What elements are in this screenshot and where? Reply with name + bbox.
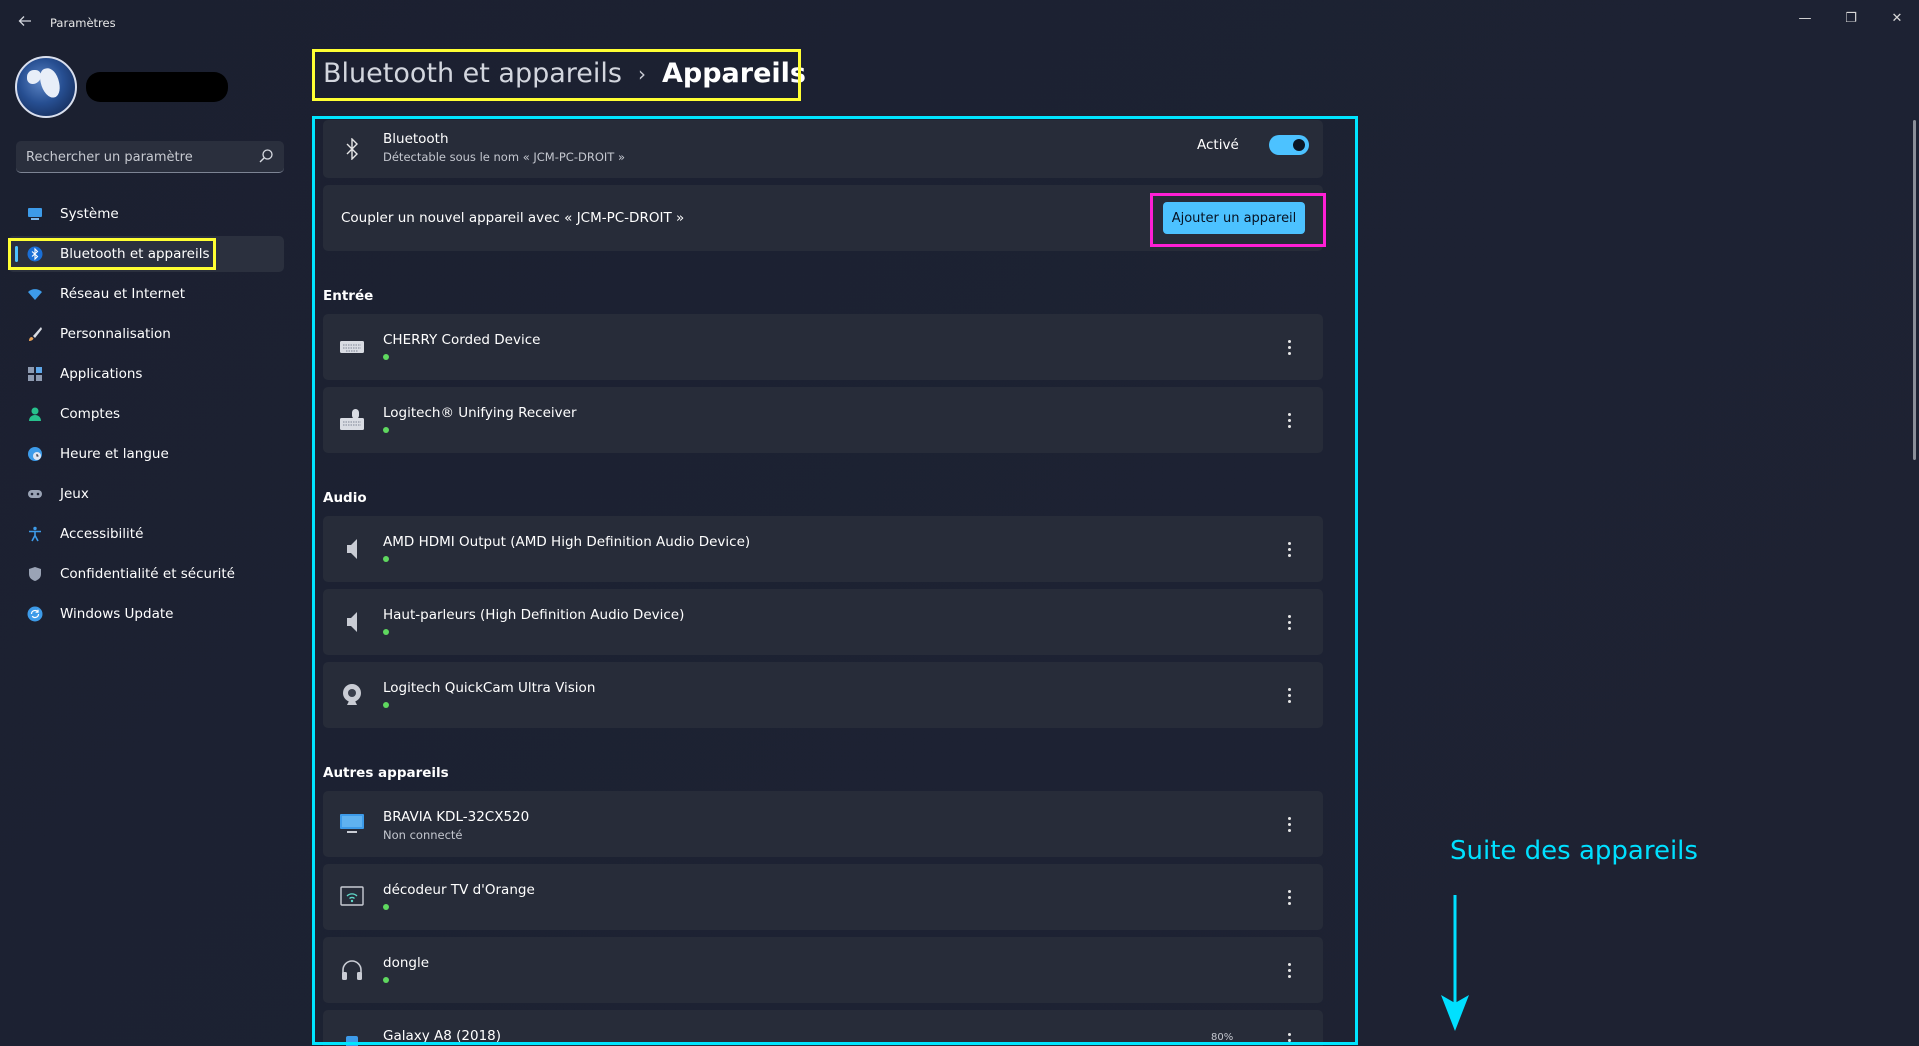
sidebar-item-label: Personnalisation [60, 326, 171, 342]
app-title: Paramètres [50, 16, 116, 30]
sidebar-item-privacy[interactable]: Confidentialité et sécurité [8, 556, 284, 592]
username-redacted [86, 72, 228, 102]
avatar[interactable] [15, 56, 77, 118]
close-button[interactable]: ✕ [1874, 6, 1919, 32]
sidebar-item-apps[interactable]: Applications [8, 356, 284, 392]
annotation-highlight-device-list [312, 116, 1358, 1045]
arrow-down-icon [1441, 895, 1469, 1031]
sidebar-item-windows-update[interactable]: Windows Update [8, 596, 284, 632]
sidebar-item-accounts[interactable]: Comptes [8, 396, 284, 432]
sidebar-item-time-language[interactable]: Heure et langue [8, 436, 284, 472]
brush-icon [27, 326, 43, 342]
sidebar-item-system[interactable]: Système [8, 196, 284, 232]
back-button[interactable] [14, 12, 36, 34]
sidebar-item-label: Windows Update [60, 606, 174, 622]
maximize-button[interactable]: ❐ [1828, 6, 1874, 32]
gamepad-icon [27, 486, 43, 502]
sidebar-item-personalization[interactable]: Personnalisation [8, 316, 284, 352]
sidebar-item-label: Applications [60, 366, 143, 382]
sidebar-item-label: Accessibilité [60, 526, 144, 542]
person-icon [27, 406, 43, 422]
update-icon [27, 606, 43, 622]
sidebar-item-label: Comptes [60, 406, 121, 422]
scrollbar-thumb[interactable] [1913, 120, 1916, 460]
sidebar-item-label: Réseau et Internet [60, 286, 186, 302]
sidebar-item-label: Confidentialité et sécurité [60, 566, 235, 582]
accessibility-icon [27, 526, 43, 542]
wifi-icon [27, 286, 43, 302]
annotation-highlight-header [312, 49, 801, 101]
globe-clock-icon [27, 446, 43, 462]
avatar-globe-land [38, 66, 62, 100]
title-bar: Paramètres — ❐ ✕ [0, 0, 1919, 48]
sidebar-item-label: Jeux [60, 486, 89, 502]
sidebar-item-label: Système [60, 206, 119, 222]
search-input[interactable] [26, 147, 246, 167]
sidebar-item-accessibility[interactable]: Accessibilité [8, 516, 284, 552]
arrow-left-icon [18, 16, 31, 26]
annotation-text: Suite des appareils [1450, 836, 1698, 866]
minimize-button[interactable]: — [1782, 6, 1828, 32]
shield-icon [27, 566, 43, 582]
search-box[interactable] [16, 141, 284, 173]
sidebar-item-label: Heure et langue [60, 446, 169, 462]
apps-icon [27, 366, 43, 382]
annotation-highlight-sidebar [8, 238, 216, 270]
sidebar-item-gaming[interactable]: Jeux [8, 476, 284, 512]
sidebar-item-network[interactable]: Réseau et Internet [8, 276, 284, 312]
monitor-icon [27, 206, 43, 222]
search-icon[interactable] [258, 148, 274, 164]
